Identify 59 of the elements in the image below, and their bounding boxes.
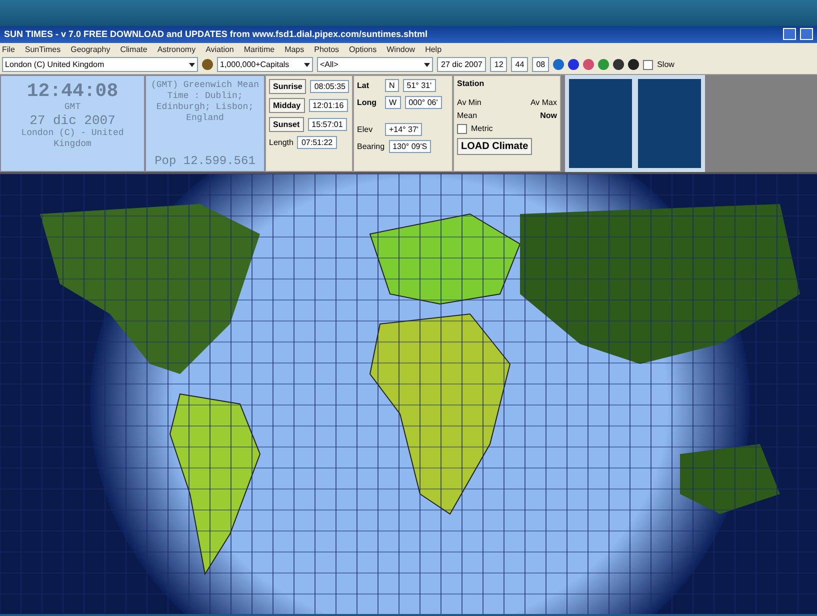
- station-label: Station: [457, 78, 486, 88]
- av-min-label: Av Min: [457, 98, 482, 107]
- clock-date: 27 dic 2007: [30, 112, 116, 128]
- menu-item[interactable]: Window: [386, 44, 416, 54]
- maximize-button[interactable]: [800, 28, 813, 40]
- clock-time: 12:44:08: [26, 80, 118, 102]
- filter-dropdown[interactable]: 1,000,000+Capitals: [217, 57, 313, 72]
- lat-label: Lat: [357, 80, 370, 90]
- long-label: Long: [357, 98, 378, 107]
- elev-label: Elev: [357, 124, 374, 134]
- time-field: 12:01:16: [308, 98, 348, 112]
- menu-item[interactable]: Options: [349, 44, 377, 54]
- metric-checkbox[interactable]: [457, 124, 467, 134]
- menu-item[interactable]: Climate: [120, 44, 148, 54]
- length-field: 07:51:22: [297, 136, 337, 149]
- mean-label: Mean: [457, 110, 478, 120]
- population-label: Pop 12.599.561: [154, 156, 256, 167]
- menu-item[interactable]: Aviation: [206, 44, 234, 54]
- place-label: London (C) - United Kingdom: [20, 128, 125, 150]
- length-label: Length: [269, 138, 294, 147]
- caret-icon: [424, 62, 430, 67]
- bearing-field: 130° 09'S: [388, 140, 432, 153]
- caret-icon: [189, 62, 195, 67]
- now-label: Now: [540, 110, 557, 120]
- hemisphere-field: W: [385, 96, 401, 109]
- time-field: 08:05:35: [310, 80, 350, 93]
- sun-button[interactable]: Midday: [269, 98, 305, 113]
- zone-label: GMT: [64, 102, 81, 113]
- menu-item[interactable]: Maritime: [244, 44, 275, 54]
- elev-field: +14° 37': [385, 122, 422, 136]
- hemisphere-field: N: [385, 78, 399, 92]
- timezone-text: (GMT) Greenwich Mean Time : Dublin; Edinburgh; Lisbon; England: [150, 80, 260, 124]
- second-field[interactable]: 08: [532, 57, 550, 72]
- hour-field[interactable]: 12: [490, 57, 508, 72]
- load-climate-button[interactable]: LOAD Climate: [457, 138, 532, 155]
- slow-checkbox[interactable]: [643, 60, 654, 70]
- date-field[interactable]: 27 dic 2007: [437, 57, 486, 72]
- long-field: 000° 06': [404, 96, 442, 109]
- menu-item[interactable]: Geography: [70, 44, 110, 54]
- menu-item[interactable]: Astronomy: [157, 44, 196, 54]
- menu-item[interactable]: Photos: [314, 44, 340, 54]
- metric-label: Metric: [471, 124, 493, 134]
- av-max-label: Av Max: [530, 98, 557, 107]
- sun-button[interactable]: Sunset: [269, 116, 304, 132]
- time-field: 15:57:01: [308, 118, 347, 131]
- slow-label: Slow: [657, 60, 674, 70]
- location-dropdown[interactable]: London (C) United Kingdom: [2, 57, 198, 72]
- menu-item[interactable]: File: [2, 44, 15, 54]
- region-dropdown[interactable]: <All>: [317, 57, 433, 72]
- minute-field[interactable]: 44: [511, 57, 528, 72]
- bearing-label: Bearing: [357, 142, 385, 151]
- menu-item[interactable]: Help: [425, 44, 442, 54]
- menu-item[interactable]: SunTimes: [24, 44, 61, 54]
- window-title: SUN TIMES - v 7.0 FREE DOWNLOAD and UPDATES from www.fsd1.dial.pipex.com/suntimes.shtml: [4, 29, 429, 40]
- sun-button[interactable]: Sunrise: [269, 78, 306, 94]
- lat-field: 51° 31': [402, 78, 436, 92]
- menu-item[interactable]: Maps: [284, 44, 304, 54]
- caret-icon: [304, 62, 310, 67]
- minimize-button[interactable]: [783, 28, 796, 40]
